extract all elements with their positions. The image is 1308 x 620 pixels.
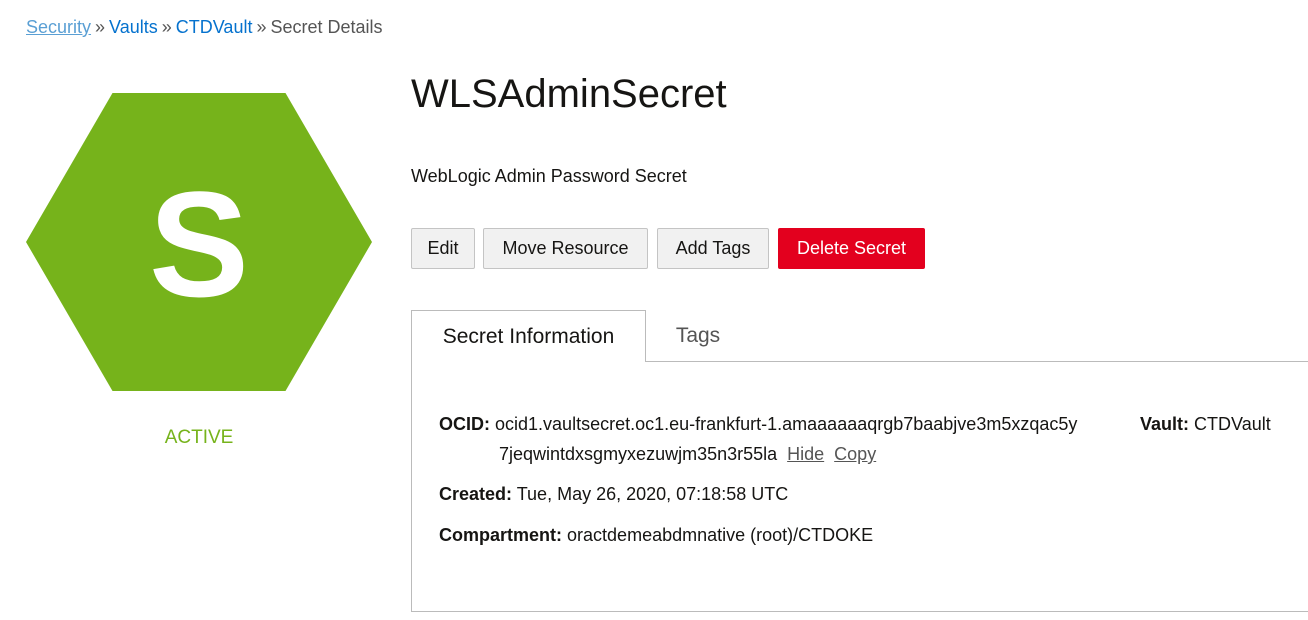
edit-button[interactable]: Edit: [411, 228, 475, 269]
hide-link[interactable]: Hide: [787, 444, 824, 464]
compartment-row: Compartment: oractdemeabdmnative (root)/…: [439, 525, 873, 546]
ocid-value-line1: ocid1.vaultsecret.oc1.eu-frankfurt-1.ama…: [495, 414, 1078, 434]
breadcrumb-separator: »: [161, 17, 172, 37]
compartment-value: oractdemeabdmnative (root)/CTDOKE: [567, 525, 874, 545]
resource-hexagon-icon: S: [26, 93, 372, 391]
ocid-label: OCID:: [439, 414, 490, 434]
add-tags-button[interactable]: Add Tags: [657, 228, 769, 269]
delete-secret-button[interactable]: Delete Secret: [778, 228, 925, 269]
ocid-row-continued: 7jeqwintdxsgmyxezuwjm35n3r55la Hide Copy: [499, 444, 876, 465]
breadcrumb: Security» Vaults» CTDVault» Secret Details: [26, 17, 383, 38]
breadcrumb-separator: »: [95, 17, 106, 37]
breadcrumb-security-link[interactable]: Security: [26, 17, 91, 37]
compartment-label: Compartment:: [439, 525, 563, 545]
status-badge: ACTIVE: [164, 427, 234, 448]
ocid-row: OCID: ocid1.vaultsecret.oc1.eu-frankfurt…: [439, 414, 1077, 435]
resource-letter: S: [148, 160, 250, 328]
move-resource-button[interactable]: Move Resource: [483, 228, 648, 269]
tab-tags[interactable]: Tags: [646, 310, 750, 361]
vault-row: Vault: CTDVault: [1140, 414, 1271, 435]
breadcrumb-ctdvault-link[interactable]: CTDVault: [176, 17, 253, 37]
breadcrumb-current: Secret Details: [270, 17, 383, 37]
vault-label: Vault:: [1140, 414, 1190, 434]
page-title: WLSAdminSecret: [411, 72, 727, 116]
tab-secret-information[interactable]: Secret Information: [411, 310, 646, 362]
created-row: Created: Tue, May 26, 2020, 07:18:58 UTC: [439, 484, 788, 505]
ocid-value-line2: 7jeqwintdxsgmyxezuwjm35n3r55la: [499, 444, 778, 464]
breadcrumb-vaults-link[interactable]: Vaults: [109, 17, 158, 37]
created-value: Tue, May 26, 2020, 07:18:58 UTC: [516, 484, 789, 504]
created-label: Created:: [439, 484, 513, 504]
hexagon-shape: S: [26, 93, 372, 391]
copy-link[interactable]: Copy: [834, 444, 876, 464]
resource-description: WebLogic Admin Password Secret: [411, 166, 687, 186]
breadcrumb-separator: »: [256, 17, 267, 37]
vault-value: CTDVault: [1194, 414, 1271, 434]
